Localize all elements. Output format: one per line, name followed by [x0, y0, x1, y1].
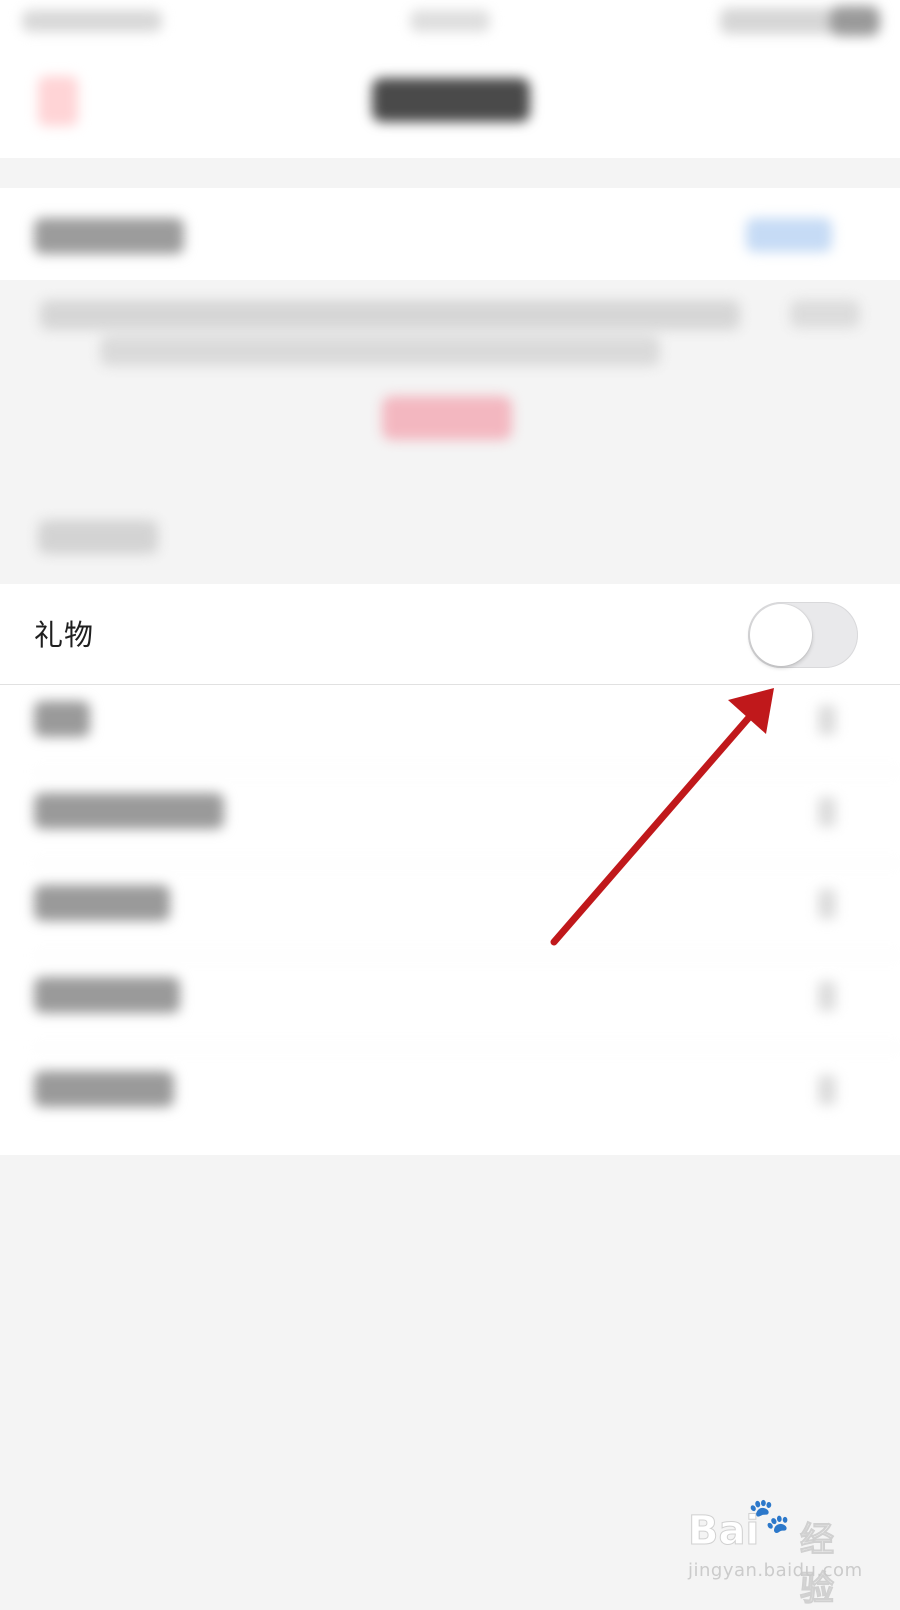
chevron-right-icon	[818, 889, 836, 919]
blurred-list-item[interactable]	[34, 1071, 174, 1107]
blurred-setting-label	[34, 218, 184, 254]
blurred-settings-list	[0, 685, 900, 1155]
blurred-notice-line	[790, 300, 860, 328]
battery-icon	[830, 6, 880, 36]
blurred-notice-line	[40, 300, 740, 330]
toggle-knob[interactable]	[750, 604, 812, 666]
divider	[34, 863, 900, 864]
blurred-notice-button[interactable]	[382, 396, 512, 440]
blurred-section-header	[38, 520, 158, 554]
divider	[34, 771, 900, 772]
paw-icon: 🐾	[748, 1496, 791, 1536]
baidu-jingyan-watermark: Bai 🐾 经验 jingyan.baidu.com	[687, 1496, 862, 1610]
blurred-list-item[interactable]	[34, 701, 90, 737]
chevron-right-icon	[818, 1075, 836, 1105]
blurred-list-item[interactable]	[34, 977, 180, 1013]
gift-toggle-switch[interactable]	[748, 602, 858, 668]
status-bar	[0, 0, 900, 48]
back-button[interactable]	[38, 76, 78, 126]
chevron-right-icon	[818, 797, 836, 827]
blurred-setting-row[interactable]	[0, 188, 900, 280]
blurred-notice-line	[100, 336, 660, 366]
blurred-setting-action[interactable]	[746, 218, 832, 252]
status-bar-carrier	[22, 10, 162, 32]
gift-label: 礼物	[34, 618, 95, 652]
status-bar-time	[410, 10, 490, 32]
blurred-list-item[interactable]	[34, 885, 170, 921]
divider	[34, 1047, 900, 1048]
chevron-right-icon	[818, 981, 836, 1011]
chevron-right-icon	[818, 705, 836, 735]
blurred-list-item[interactable]	[34, 793, 224, 829]
watermark-url: jingyan.baidu.com	[688, 1560, 863, 1581]
gift-setting-row: 礼物	[0, 584, 900, 685]
page-title	[372, 78, 530, 122]
divider	[34, 955, 900, 956]
navigation-bar	[0, 48, 900, 158]
